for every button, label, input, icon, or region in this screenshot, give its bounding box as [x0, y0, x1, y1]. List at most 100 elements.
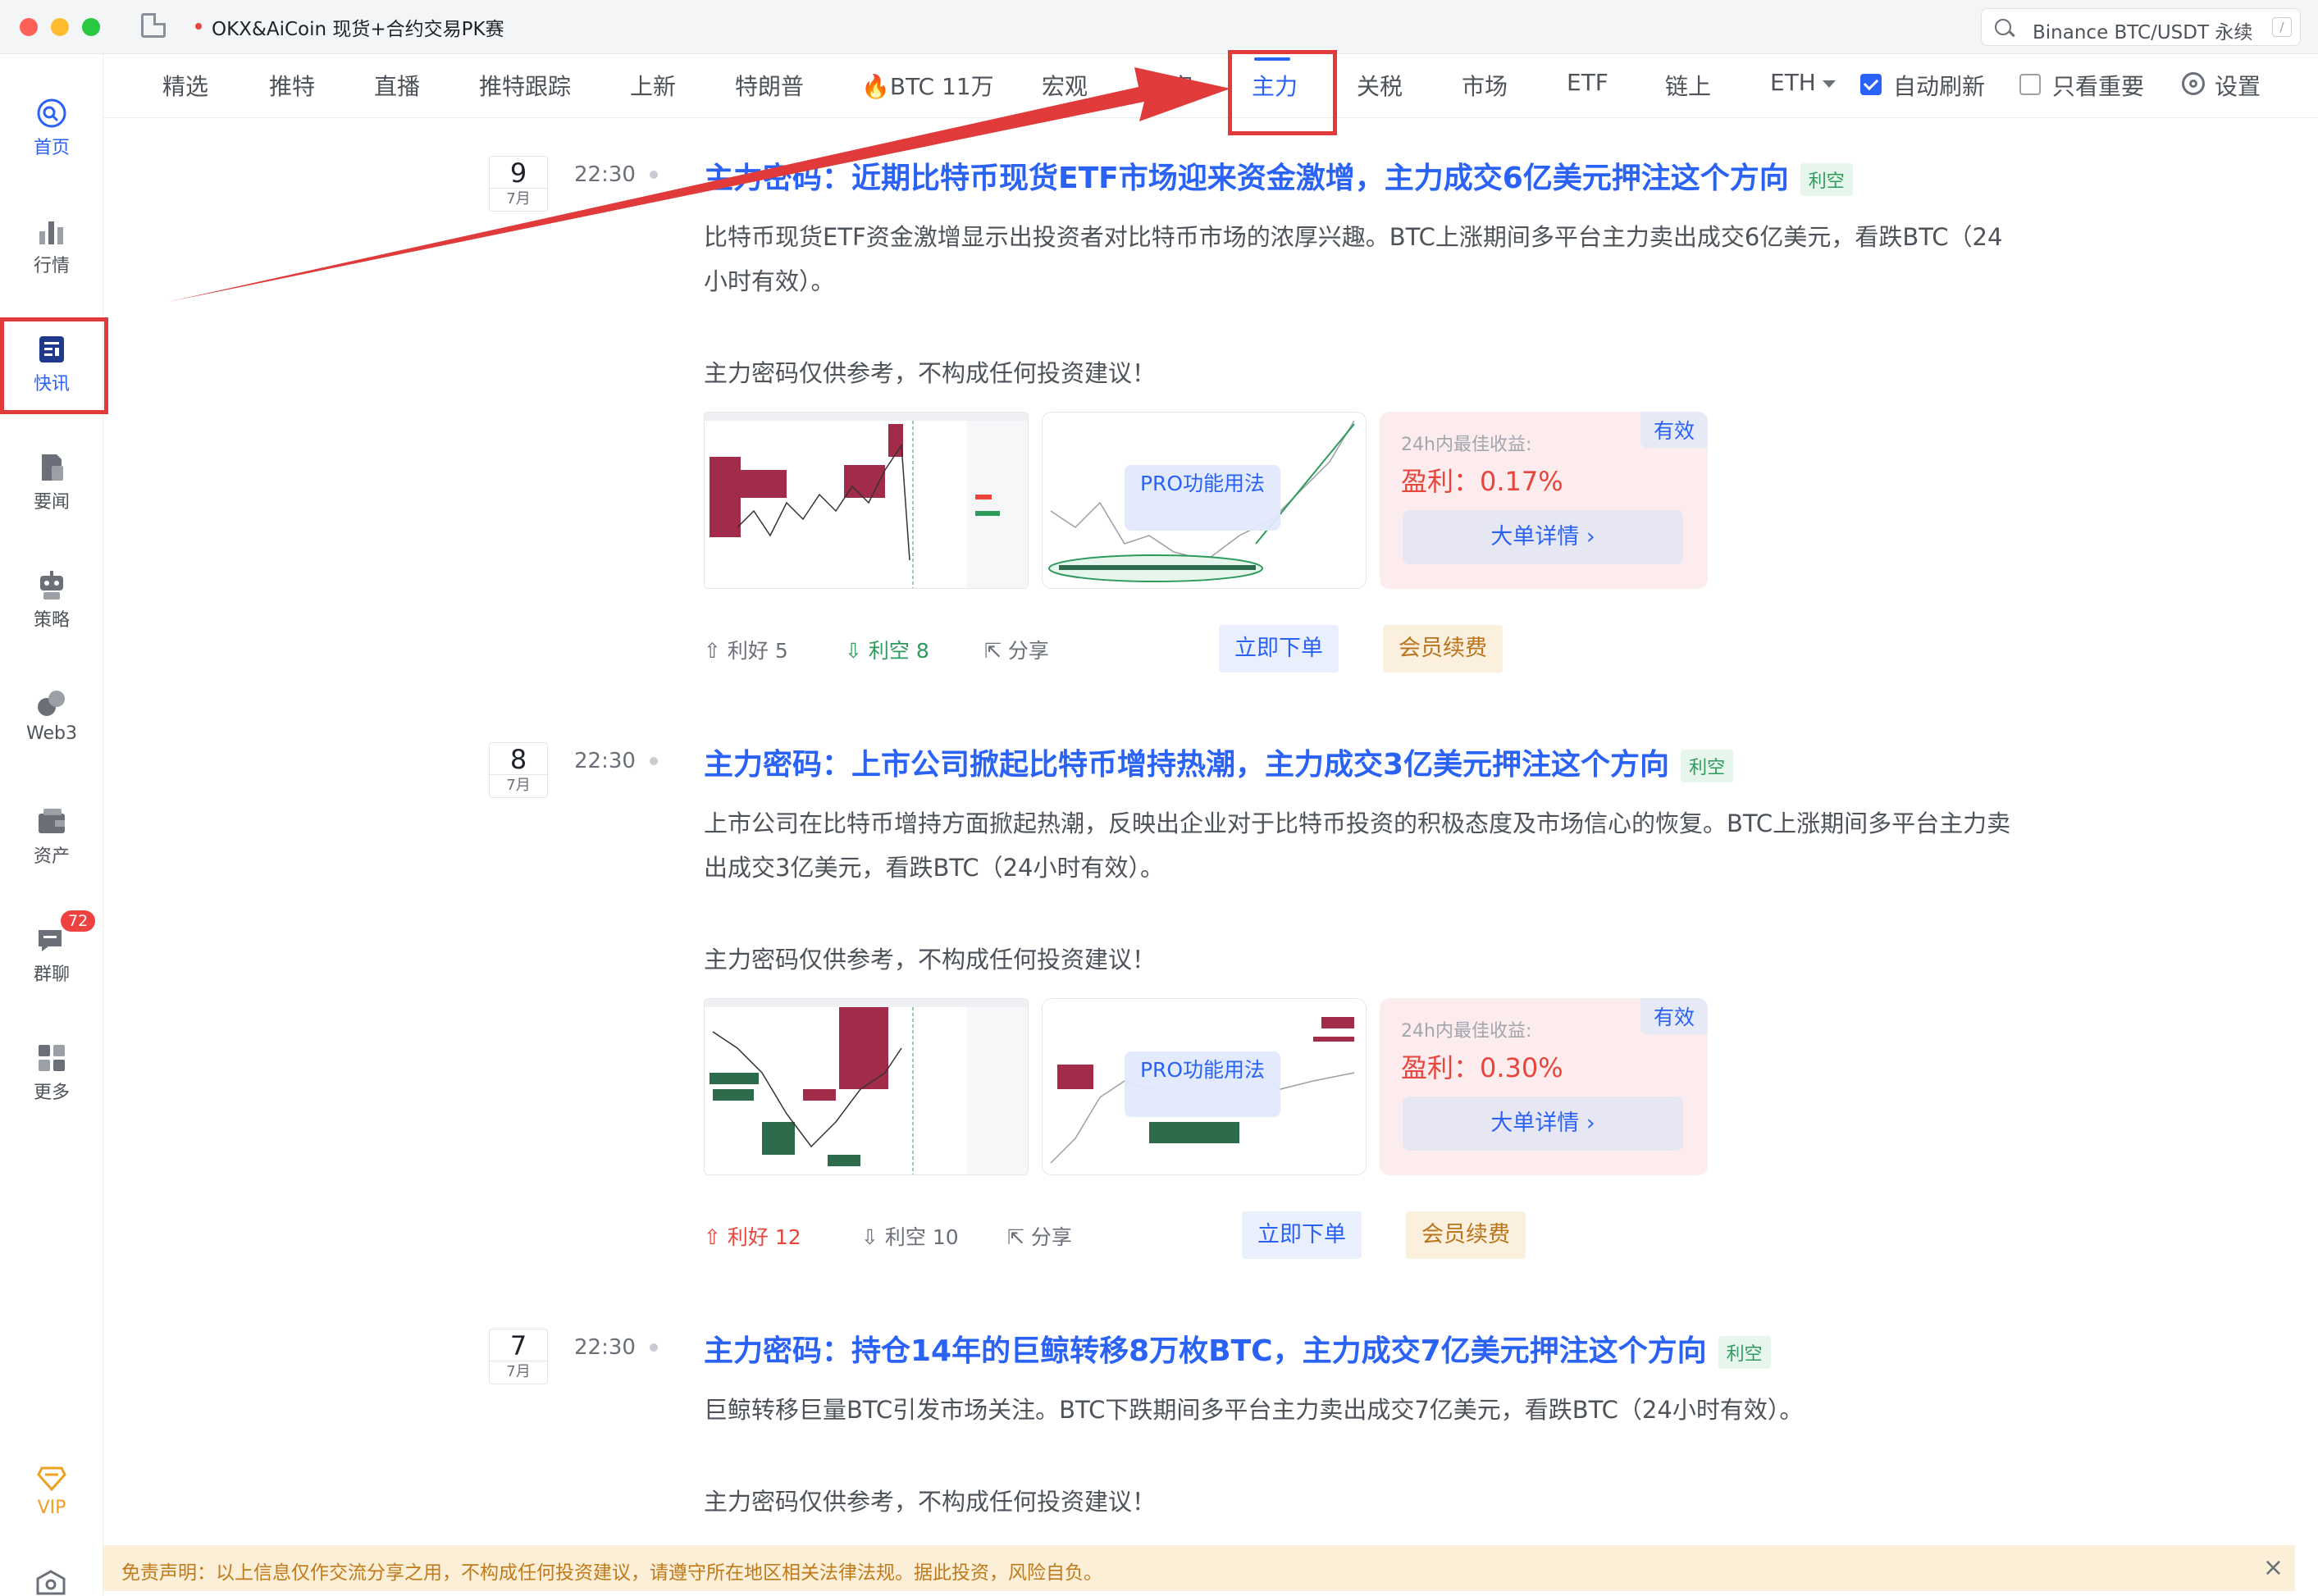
sidebar-item-market[interactable]: 行情 [0, 202, 103, 292]
sidebar-item-label: 要闻 [33, 492, 70, 513]
date-month: 7月 [490, 188, 547, 210]
entry-disclaimer: 主力密码仅供参考，不构成任何投资建议！ [704, 946, 1157, 974]
tab-twitter-tracking[interactable]: 推特跟踪 [479, 69, 571, 102]
maximize-window-button[interactable] [82, 18, 100, 36]
entry-time: 22:30 [574, 1335, 636, 1360]
minimize-window-button[interactable] [51, 18, 69, 36]
profit-label: 24h内最佳收益: [1401, 435, 1532, 455]
renew-membership-button[interactable]: 会员续费 [1406, 1211, 1526, 1259]
large-order-detail-button[interactable]: 大单详情 › [1403, 510, 1683, 564]
auto-refresh-label[interactable]: 自动刷新 [1893, 69, 1985, 102]
bullish-vote-label: 利好 5 [727, 639, 788, 663]
tab-btc-110k[interactable]: 🔥BTC 11万 [861, 69, 994, 102]
search-icon [1995, 19, 2011, 35]
tab-eth-dropdown[interactable]: ETH [1770, 69, 1836, 96]
close-window-button[interactable] [20, 18, 38, 36]
renew-membership-button[interactable]: 会员续费 [1383, 625, 1503, 673]
profit-value: 盈利：0.30% [1401, 1052, 1563, 1083]
pro-feature-thumbnail[interactable]: PRO功能用法 [1042, 998, 1367, 1175]
search-input[interactable]: Binance BTC/USDT 永续 / [1981, 8, 2301, 46]
diamond-icon [37, 1466, 66, 1492]
bullish-vote-button[interactable]: ⇧ 利好 5 [704, 635, 788, 664]
entry-body: 上市公司在比特币增持方面掀起热潮，反映出企业对于比特币投资的积极态度及市场信心的… [704, 809, 2011, 882]
chevron-down-icon [1822, 80, 1836, 88]
entry-title-text[interactable]: 主力密码：近期比特币现货ETF市场迎来资金激增，主力成交6亿美元押注这个方向 [704, 162, 1789, 195]
settings-link[interactable]: 设置 [2215, 69, 2261, 102]
chart-thumbnail[interactable] [704, 998, 1029, 1175]
new-window-icon[interactable] [141, 13, 166, 38]
share-button[interactable]: ⇱ 分享 [984, 635, 1049, 664]
sidebar-item-group-chat[interactable]: 72 群聊 [0, 910, 103, 1001]
sidebar-item-label: Web3 [26, 723, 77, 744]
entry-title[interactable]: 主力密码：持仓14年的巨鲸转移8万枚BTC，主力成交7亿美元押注这个方向 利空 [704, 1327, 1771, 1370]
tab-live[interactable]: 直播 [374, 69, 420, 102]
valid-badge: 有效 [1640, 412, 1708, 448]
bar-chart-icon [39, 221, 63, 244]
entry-body: 巨鲸转移巨量BTC引发市场关注。BTC下跌期间多平台主力卖出成交7亿美元，看跌B… [704, 1396, 1804, 1424]
disclaimer-text: 免责声明：以上信息仅作交流分享之用，不构成任何投资建议，请遵守所在地区相关法律法… [121, 1562, 1102, 1584]
title-bar: OKX&AiCoin 现货+合约交易PK赛 Binance BTC/USDT 永… [0, 0, 2318, 54]
pro-feature-button[interactable]: PRO功能用法 [1125, 465, 1280, 531]
tab-macro[interactable]: 宏观 [1042, 69, 1088, 102]
place-order-button[interactable]: 立即下单 [1242, 1211, 1362, 1259]
tab-market[interactable]: 市场 [1462, 69, 1508, 102]
sidebar-item-headlines[interactable]: 要闻 [0, 438, 103, 528]
profit-card: 24h内最佳收益: 盈利：0.17% 有效 大单详情 › [1380, 412, 1708, 589]
tab-tariffs[interactable]: 关税 [1357, 69, 1403, 102]
pro-feature-thumbnail[interactable]: PRO功能用法 [1042, 412, 1367, 589]
profit-value: 盈利：0.17% [1401, 466, 1563, 497]
search-shortcut-key: / [2272, 17, 2292, 37]
profit-label: 24h内最佳收益: [1401, 1021, 1532, 1042]
window-tab-title[interactable]: OKX&AiCoin 现货+合约交易PK赛 [212, 13, 504, 41]
tab-twitter[interactable]: 推特 [269, 69, 315, 102]
sidebar-item-strategy[interactable]: 策略 [0, 556, 103, 646]
bearish-vote-button[interactable]: ⇩ 利空 8 [845, 635, 929, 664]
bullish-vote-button[interactable]: ⇧ 利好 12 [704, 1221, 801, 1251]
entry-title[interactable]: 主力密码：上市公司掀起比特币增持热潮，主力成交3亿美元押注这个方向 利空 [704, 741, 1734, 783]
entry-time: 22:30 [574, 162, 636, 187]
sidebar-item-vip[interactable]: VIP [0, 1448, 103, 1539]
date-box: 8 7月 [489, 742, 548, 798]
sidebar: 首页 行情 快讯 要闻 策略 Web3 资产 72 群聊 更多 VIP [0, 54, 103, 1596]
entry-actions: ⇧ 利好 5 ⇩ 利空 8 ⇱ 分享 立即下单 会员续费 [704, 625, 1770, 674]
gear-icon[interactable] [2182, 72, 2205, 95]
date-box: 7 7月 [489, 1329, 548, 1384]
share-icon: ⇱ [984, 639, 1008, 663]
bearish-vote-label: 利空 8 [868, 639, 929, 663]
tab-etf[interactable]: ETF [1567, 69, 1608, 96]
tab-exclusive[interactable]: 独家 [1147, 69, 1193, 102]
settings-icon[interactable] [34, 1570, 67, 1596]
chart-thumbnail[interactable] [704, 412, 1029, 589]
important-only-checkbox[interactable] [2019, 74, 2041, 95]
bearish-vote-button[interactable]: ⇩ 利空 10 [861, 1221, 959, 1251]
large-order-detail-button[interactable]: 大单详情 › [1403, 1097, 1683, 1151]
date-month: 7月 [490, 774, 547, 796]
pro-feature-button[interactable]: PRO功能用法 [1125, 1051, 1280, 1117]
annotation-highlight-sidebar [0, 317, 108, 414]
entry-title-text[interactable]: 主力密码：上市公司掀起比特币增持热潮，主力成交3亿美元押注这个方向 [704, 748, 1669, 782]
tab-status-dot [195, 23, 202, 30]
entry-title[interactable]: 主力密码：近期比特币现货ETF市场迎来资金激增，主力成交6亿美元押注这个方向 利空 [704, 154, 1853, 197]
sidebar-item-more[interactable]: 更多 [0, 1028, 103, 1119]
share-button[interactable]: ⇱ 分享 [1007, 1221, 1072, 1251]
search-placeholder: Binance BTC/USDT 永续 [2033, 22, 2253, 43]
auto-refresh-checkbox[interactable] [1860, 74, 1882, 95]
entry-title-text[interactable]: 主力密码：持仓14年的巨鲸转移8万枚BTC，主力成交7亿美元押注这个方向 [704, 1334, 1707, 1368]
share-label: 分享 [1007, 639, 1049, 663]
tab-featured[interactable]: 精选 [162, 69, 208, 102]
tab-trump[interactable]: 特朗普 [735, 69, 804, 102]
bearish-tag: 利空 [1800, 163, 1853, 196]
tab-new-listings[interactable]: 上新 [630, 69, 676, 102]
entry-actions: ⇧ 利好 12 ⇩ 利空 10 ⇱ 分享 立即下单 会员续费 [704, 1211, 1770, 1261]
entry-disclaimer: 主力密码仅供参考，不构成任何投资建议！ [704, 359, 1157, 387]
grid-icon [39, 1045, 65, 1071]
place-order-button[interactable]: 立即下单 [1219, 625, 1339, 673]
sidebar-item-assets[interactable]: 资产 [0, 792, 103, 882]
close-icon[interactable]: × [2263, 1553, 2284, 1582]
sidebar-item-web3[interactable]: Web3 [0, 674, 103, 764]
chat-unread-badge: 72 [61, 910, 96, 932]
timeline-dot [650, 171, 658, 179]
important-only-label[interactable]: 只看重要 [2052, 69, 2144, 102]
tab-onchain[interactable]: 链上 [1665, 69, 1711, 102]
sidebar-item-home[interactable]: 首页 [0, 84, 103, 174]
